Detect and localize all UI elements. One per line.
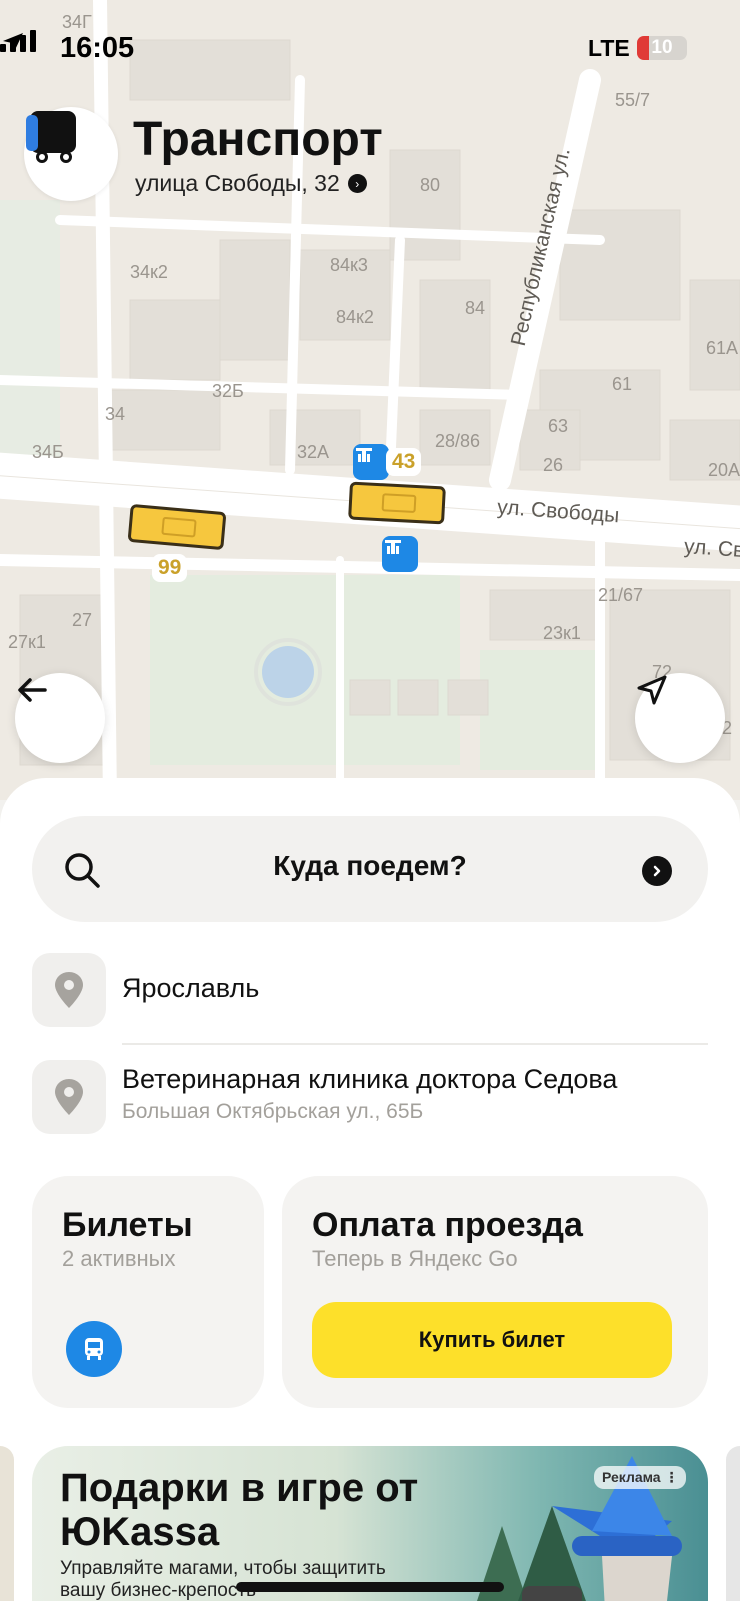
house-number: 28/86 [435, 431, 481, 451]
house-number: 21/67 [598, 585, 644, 605]
arrow-left-icon [18, 678, 47, 702]
recent-place-item[interactable]: Ярославль [32, 953, 708, 1033]
destination-search-bar[interactable]: Куда поедем? [32, 816, 708, 922]
payment-subtitle: Теперь в Яндекс Go [312, 1246, 518, 1271]
location-pin-icon [32, 953, 106, 1027]
house-number: 84к3 [330, 255, 368, 275]
location-pin-icon [32, 1060, 106, 1134]
house-number: 80 [420, 175, 441, 195]
ad-title: Подарки в игре от ЮKassa [60, 1466, 419, 1554]
battery-level: 10 [651, 37, 673, 58]
house-number: 61 [612, 374, 633, 394]
ad-label[interactable]: Реклама ⋮ [594, 1466, 687, 1489]
route-number-badge[interactable]: 99 [152, 554, 188, 582]
tickets-count: 2 активных [62, 1246, 176, 1271]
chevron-right-icon: › [347, 174, 367, 193]
house-number: 34к2 [130, 262, 168, 282]
ad-carousel-prev-peek[interactable] [0, 1446, 14, 1601]
recent-place-address: Большая Октябрьская ул., 65Б [122, 1100, 424, 1123]
current-address[interactable]: улица Свободы, 32 › [135, 170, 367, 197]
house-number: 23к1 [543, 623, 581, 643]
transport-app-icon[interactable] [24, 107, 118, 201]
ad-banner[interactable]: Подарки в игре от ЮKassa Управляйте мага… [32, 1446, 708, 1601]
bus-icon [26, 111, 76, 163]
house-number: 34 [105, 404, 126, 424]
tickets-title: Билеты [62, 1206, 193, 1244]
house-number: 27 [72, 610, 93, 630]
house-number: 27к1 [8, 632, 46, 652]
house-number: 84 [465, 298, 486, 318]
ad-carousel-next-peek[interactable] [726, 1446, 740, 1601]
bus-ticket-icon [66, 1321, 122, 1377]
house-number: 32А [297, 442, 330, 462]
go-arrow-icon[interactable] [642, 856, 672, 886]
recent-place-item[interactable]: Ветеринарная клиника доктора Седова Боль… [32, 1060, 708, 1140]
house-number: 32Б [212, 381, 244, 401]
street-label: ул. Св [683, 534, 740, 563]
my-location-button[interactable] [635, 673, 725, 763]
clock: 16:05 [60, 32, 135, 64]
house-number: 20А [708, 460, 740, 480]
page-title: Транспорт [133, 113, 383, 166]
list-divider [122, 1043, 708, 1045]
bus-stop-icon[interactable] [353, 444, 389, 480]
bus-stop-icon[interactable] [382, 536, 418, 572]
fare-payment-card: Оплата проезда Теперь в Яндекс Go Купить… [282, 1176, 708, 1408]
recent-place-title: Ярославль [122, 973, 260, 1003]
tickets-card[interactable]: Билеты 2 активных [32, 1176, 264, 1408]
signal-icon [0, 30, 36, 52]
route-number-badge[interactable]: 43 [386, 448, 422, 476]
map-view[interactable]: 34Г 80 55/7 34к2 84к3 84к2 84 61А 61 32Б… [0, 0, 740, 800]
battery-icon: 10 [637, 36, 687, 60]
house-number: 84к2 [336, 307, 374, 327]
bus-marker[interactable] [348, 481, 446, 525]
ad-text: Управляйте магами, чтобы защитить вашу б… [60, 1558, 386, 1601]
home-indicator[interactable] [236, 1582, 504, 1592]
address-text: улица Свободы, 32 [135, 170, 340, 196]
house-number: 26 [543, 455, 564, 475]
payment-title: Оплата проезда [312, 1206, 583, 1244]
house-number: 61А [706, 338, 739, 358]
status-bar: 16:05 LTE 10 [0, 30, 740, 70]
buy-ticket-button[interactable]: Купить билет [312, 1302, 672, 1378]
search-placeholder: Куда поедем? [273, 850, 467, 881]
network-type: LTE [588, 35, 630, 61]
recent-place-title: Ветеринарная клиника доктора Седова [122, 1064, 618, 1094]
house-number: 63 [548, 416, 569, 436]
house-number: 55/7 [615, 90, 651, 110]
navigation-arrow-icon [637, 675, 667, 705]
bottom-sheet: Куда поедем? Ярославль Ветеринарная клин… [0, 778, 740, 1601]
house-number: 34Б [32, 442, 64, 462]
back-button[interactable] [15, 673, 105, 763]
